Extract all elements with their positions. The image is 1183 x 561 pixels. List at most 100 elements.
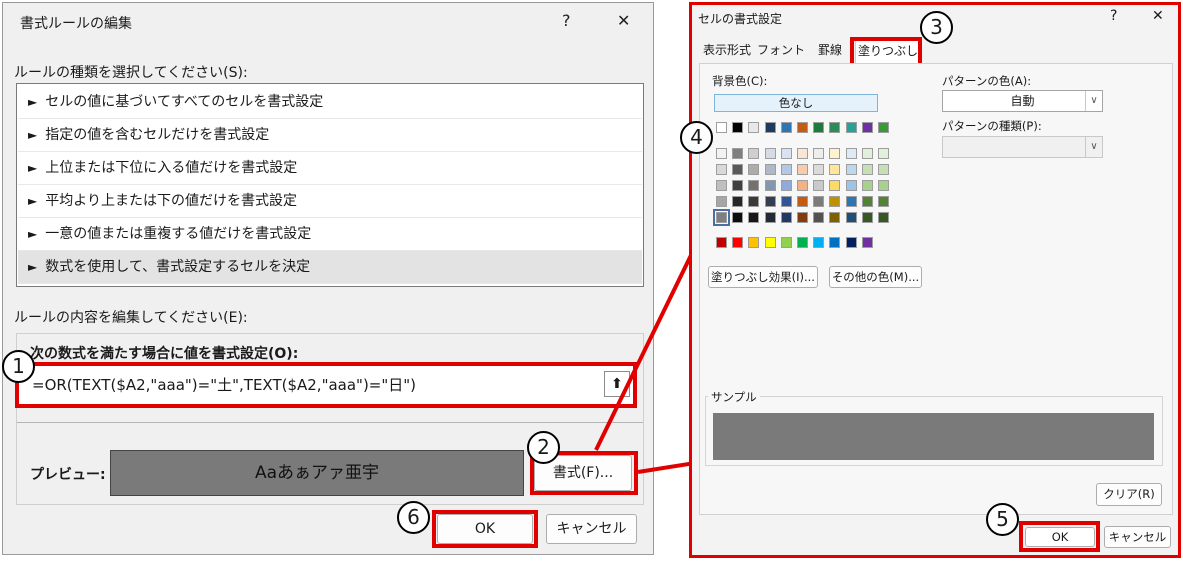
color-swatch[interactable] xyxy=(797,212,808,223)
tab-border[interactable]: 罫線 xyxy=(810,38,850,63)
rule-type-item[interactable]: ► 平均より上または下の値だけを書式設定 xyxy=(18,185,642,218)
color-swatch[interactable] xyxy=(780,237,792,248)
color-swatch[interactable] xyxy=(878,148,889,159)
color-swatch[interactable] xyxy=(732,212,744,223)
color-swatch[interactable] xyxy=(713,209,730,226)
color-swatch[interactable] xyxy=(764,180,776,191)
color-swatch[interactable] xyxy=(780,122,792,133)
color-swatch[interactable] xyxy=(780,212,792,223)
color-swatch[interactable] xyxy=(764,148,776,159)
color-swatch[interactable] xyxy=(878,164,889,175)
color-swatch[interactable] xyxy=(878,122,889,133)
color-swatch[interactable] xyxy=(861,237,873,248)
color-swatch[interactable] xyxy=(748,180,760,191)
cancel-button[interactable]: キャンセル xyxy=(1104,526,1171,548)
color-swatch[interactable] xyxy=(861,164,873,175)
clear-button[interactable]: クリア(R) xyxy=(1096,483,1162,506)
color-swatch[interactable] xyxy=(780,164,792,175)
color-swatch[interactable] xyxy=(861,148,873,159)
color-swatch[interactable] xyxy=(813,122,825,133)
more-colors-button[interactable]: その他の色(M)... xyxy=(829,266,922,288)
rule-type-item[interactable]: ► セルの値に基づいてすべてのセルを書式設定 xyxy=(18,86,642,119)
color-swatch[interactable] xyxy=(845,212,857,223)
help-button[interactable]: ? xyxy=(562,11,571,30)
color-swatch[interactable] xyxy=(797,237,808,248)
color-swatch[interactable] xyxy=(748,212,760,223)
rule-type-item[interactable]: ► 指定の値を含むセルだけを書式設定 xyxy=(18,119,642,152)
cancel-button[interactable]: キャンセル xyxy=(546,514,637,544)
color-swatch[interactable] xyxy=(780,148,792,159)
color-swatch[interactable] xyxy=(878,212,889,223)
color-swatch[interactable] xyxy=(813,180,825,191)
color-swatch[interactable] xyxy=(861,180,873,191)
color-swatch[interactable] xyxy=(878,180,889,191)
color-swatch[interactable] xyxy=(797,148,808,159)
color-swatch[interactable] xyxy=(845,148,857,159)
color-swatch[interactable] xyxy=(764,196,776,207)
color-swatch[interactable] xyxy=(797,122,808,133)
color-swatch[interactable] xyxy=(813,237,825,248)
color-swatch[interactable] xyxy=(748,148,760,159)
color-swatch[interactable] xyxy=(748,122,760,133)
color-swatch[interactable] xyxy=(829,180,841,191)
color-swatch[interactable] xyxy=(829,164,841,175)
color-swatch[interactable] xyxy=(813,212,825,223)
color-swatch[interactable] xyxy=(748,237,760,248)
color-swatch[interactable] xyxy=(732,164,744,175)
color-swatch[interactable] xyxy=(829,237,841,248)
color-swatch[interactable] xyxy=(797,180,808,191)
color-swatch[interactable] xyxy=(829,148,841,159)
color-swatch[interactable] xyxy=(732,196,744,207)
color-swatch[interactable] xyxy=(813,196,825,207)
color-swatch[interactable] xyxy=(829,196,841,207)
color-swatch[interactable] xyxy=(829,212,841,223)
color-swatch[interactable] xyxy=(878,196,889,207)
color-swatch[interactable] xyxy=(797,164,808,175)
color-swatch[interactable] xyxy=(732,237,744,248)
rule-type-item[interactable]: ► 一意の値または重複する値だけを書式設定 xyxy=(18,218,642,251)
close-button[interactable]: ✕ xyxy=(1152,8,1164,24)
chevron-down-icon[interactable]: ∨ xyxy=(1085,91,1102,111)
rule-type-list[interactable]: ► セルの値に基づいてすべてのセルを書式設定 ► 指定の値を含むセルだけを書式設定 … xyxy=(16,83,644,287)
color-swatch[interactable] xyxy=(764,164,776,175)
tab-font[interactable]: フォント xyxy=(756,38,806,63)
color-swatch[interactable] xyxy=(764,212,776,223)
color-swatch[interactable] xyxy=(845,180,857,191)
color-swatch[interactable] xyxy=(764,237,776,248)
color-swatch[interactable] xyxy=(780,196,792,207)
pattern-type-select[interactable]: ∨ xyxy=(942,136,1103,158)
color-swatch[interactable] xyxy=(797,196,808,207)
pattern-color-select[interactable]: 自動 ∨ xyxy=(942,90,1103,112)
color-swatch[interactable] xyxy=(748,196,760,207)
color-swatch[interactable] xyxy=(716,122,727,133)
color-swatch[interactable] xyxy=(845,237,857,248)
color-swatch[interactable] xyxy=(732,180,744,191)
color-swatch[interactable] xyxy=(845,122,857,133)
color-swatch[interactable] xyxy=(813,164,825,175)
color-swatch[interactable] xyxy=(845,164,857,175)
color-swatch[interactable] xyxy=(716,164,727,175)
color-swatch[interactable] xyxy=(716,148,727,159)
chevron-down-icon[interactable]: ∨ xyxy=(1085,137,1102,157)
close-button[interactable]: ✕ xyxy=(617,11,630,30)
color-swatch[interactable] xyxy=(716,196,727,207)
no-color-button[interactable]: 色なし xyxy=(714,94,878,112)
rule-type-item-selected[interactable]: ► 数式を使用して、書式設定するセルを決定 xyxy=(18,251,642,284)
color-swatch[interactable] xyxy=(861,196,873,207)
color-swatch[interactable] xyxy=(861,212,873,223)
fill-effects-button[interactable]: 塗りつぶし効果(I)... xyxy=(708,266,818,288)
rule-type-item[interactable]: ► 上位または下位に入る値だけを書式設定 xyxy=(18,152,642,185)
color-swatch[interactable] xyxy=(813,148,825,159)
color-swatch[interactable] xyxy=(764,122,776,133)
color-swatch[interactable] xyxy=(732,148,744,159)
tab-number[interactable]: 表示形式 xyxy=(700,38,754,63)
color-swatch[interactable] xyxy=(829,122,841,133)
help-button[interactable]: ? xyxy=(1110,8,1117,24)
color-swatch[interactable] xyxy=(780,180,792,191)
color-swatch[interactable] xyxy=(732,122,744,133)
color-swatch[interactable] xyxy=(845,196,857,207)
color-swatch[interactable] xyxy=(716,180,727,191)
color-swatch[interactable] xyxy=(716,237,727,248)
color-swatch[interactable] xyxy=(861,122,873,133)
color-swatch[interactable] xyxy=(748,164,760,175)
